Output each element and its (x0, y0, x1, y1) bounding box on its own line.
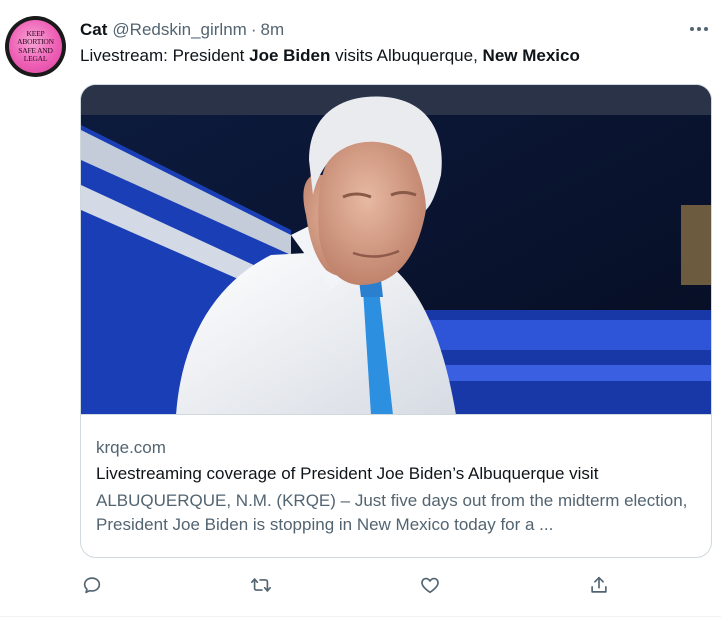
tweet-text-bold: New Mexico (482, 46, 580, 65)
ellipsis-icon (690, 27, 708, 31)
reply-button[interactable] (77, 570, 107, 600)
display-name[interactable]: Cat (80, 20, 107, 40)
avatar-text: KEEP ABORTION SAFE AND LEGAL (17, 29, 54, 64)
share-button[interactable] (584, 570, 614, 600)
user-handle[interactable]: @Redskin_girlnm (112, 20, 246, 40)
tweet-text: Livestream: President Joe Biden visits A… (80, 45, 700, 67)
avatar[interactable]: KEEP ABORTION SAFE AND LEGAL (5, 16, 66, 77)
link-card[interactable]: krqe.com Livestreaming coverage of Presi… (80, 84, 712, 558)
tweet[interactable]: KEEP ABORTION SAFE AND LEGAL Cat @Redski… (0, 0, 721, 617)
tweet-text-segment: visits Albuquerque, (330, 46, 483, 65)
avatar-button-image: KEEP ABORTION SAFE AND LEGAL (9, 20, 62, 73)
biden-photo (81, 85, 711, 414)
like-button[interactable] (415, 570, 445, 600)
tweet-header: Cat @Redskin_girlnm · 8m (80, 19, 284, 41)
like-icon (421, 577, 439, 594)
card-body: krqe.com Livestreaming coverage of Presi… (96, 437, 696, 537)
tweet-text-segment: Livestream: President (80, 46, 250, 65)
card-image[interactable] (81, 85, 711, 415)
card-title: Livestreaming coverage of President Joe … (96, 464, 599, 483)
retweet-button[interactable] (246, 570, 276, 600)
card-domain: krqe.com (96, 438, 166, 457)
tweet-actions (80, 570, 620, 600)
share-icon (591, 576, 607, 593)
more-options-button[interactable] (684, 16, 714, 42)
separator-dot: · (250, 20, 257, 39)
avatar-line: LEGAL (23, 54, 48, 63)
reply-icon (83, 577, 101, 594)
card-description: ALBUQUERQUE, N.M. (KRQE) – Just five day… (96, 491, 688, 534)
retweet-icon (251, 578, 271, 592)
timestamp[interactable]: 8m (261, 20, 285, 40)
tweet-text-bold: Joe Biden (249, 46, 331, 65)
